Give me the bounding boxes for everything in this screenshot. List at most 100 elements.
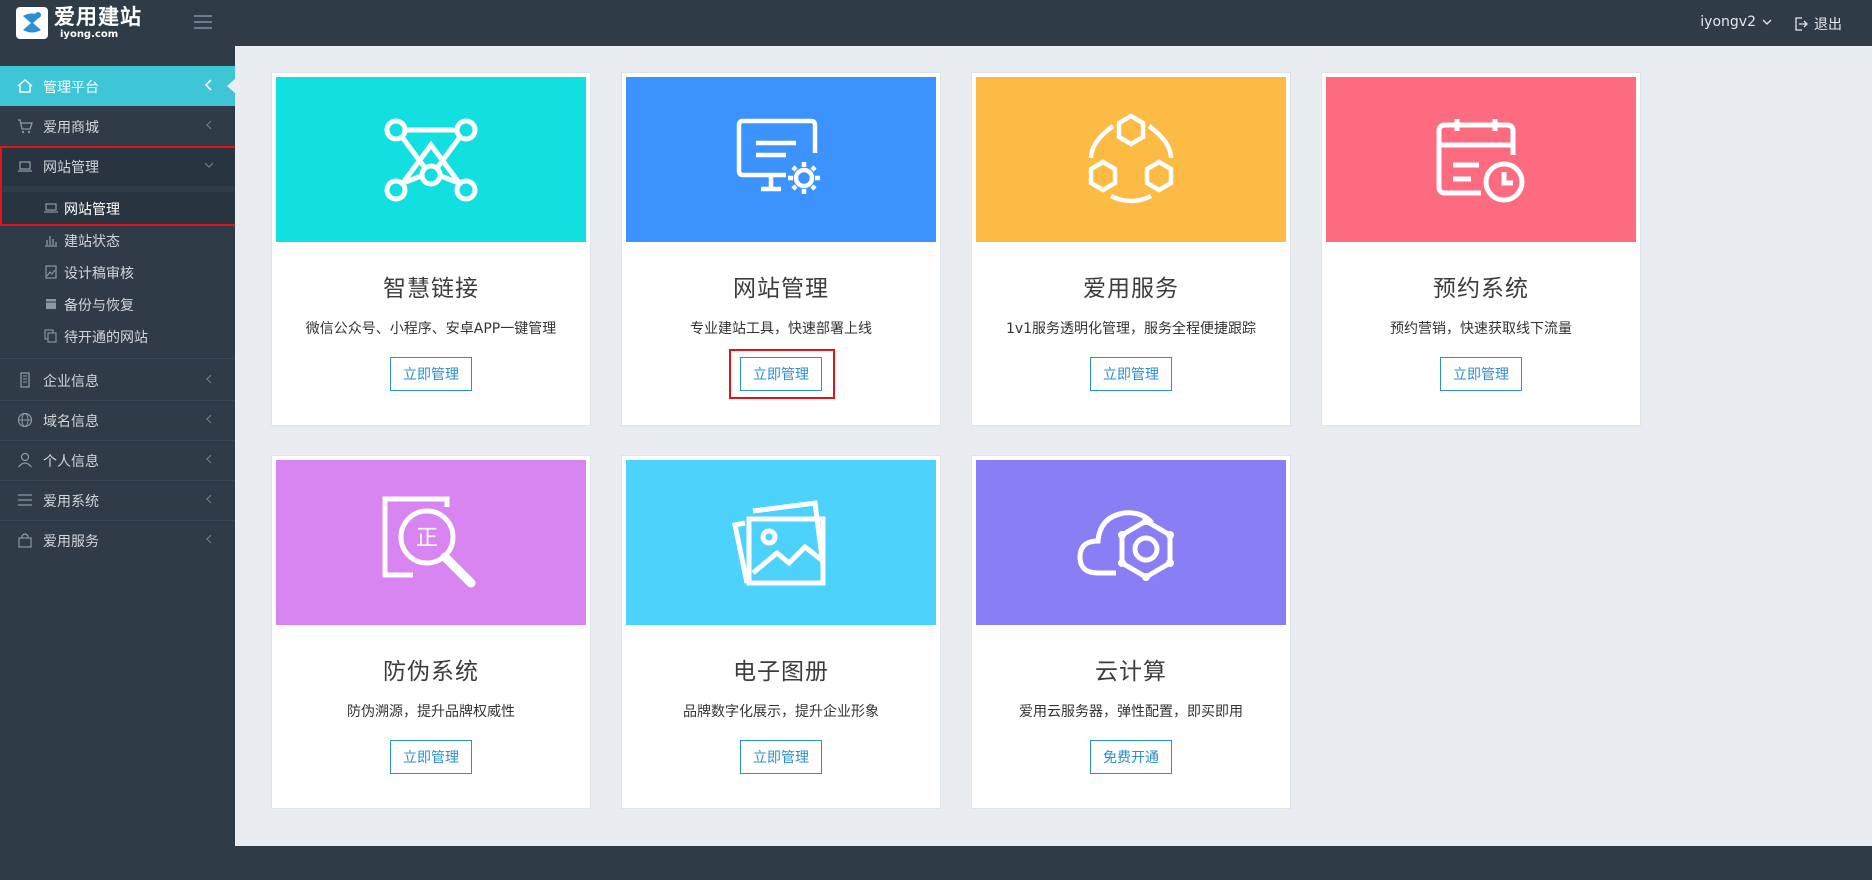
sidebar-subitem-label: 网站管理	[64, 202, 120, 218]
card-cloud-computing: 云计算 爱用云服务器，弹性配置，即买即用 免费开通	[971, 455, 1291, 809]
cloud-gear-icon	[1077, 510, 1174, 581]
manage-now-button[interactable]: 立即管理	[1440, 357, 1522, 391]
card-website-manage: 网站管理 专业建站工具，快速部署上线 立即管理	[621, 72, 941, 426]
card-iyong-service: 爱用服务 1v1服务透明化管理，服务全程便捷跟踪 立即管理	[971, 72, 1291, 426]
sidebar-subitem-label: 设计稿审核	[64, 266, 134, 282]
image-icon	[45, 265, 57, 279]
top-bar: 爱用建站 iyong.com iyongv2 退出	[0, 0, 1872, 46]
logout-button[interactable]: 退出	[1794, 14, 1842, 34]
sidebar-subitem-design-review[interactable]: 设计稿审核	[0, 256, 235, 288]
archive-icon	[46, 299, 56, 309]
card-e-album: 电子图册 品牌数字化展示，提升企业形象 立即管理	[621, 455, 941, 809]
sidebar-item-website[interactable]: 网站管理	[0, 146, 235, 186]
chevron-left-icon	[206, 494, 212, 504]
manage-now-button[interactable]: 立即管理	[1090, 357, 1172, 391]
laptop-icon	[18, 161, 32, 172]
card-description: 防伪溯源，提升品牌权威性	[347, 704, 515, 720]
hexagon-cycle-icon	[1088, 113, 1174, 204]
card-title: 爱用服务	[1083, 276, 1179, 302]
sidebar-subitem-pending-sites[interactable]: 待开通的网站	[0, 320, 235, 352]
manage-now-button[interactable]: 立即管理	[390, 357, 472, 391]
card-banner	[1326, 77, 1636, 242]
cart-icon	[18, 119, 33, 134]
sidebar-subitem-website-manage[interactable]: 网站管理	[0, 192, 235, 224]
card-description: 微信公众号、小程序、安卓APP一键管理	[305, 321, 557, 337]
logo[interactable]: 爱用建站 iyong.com	[16, 6, 142, 40]
sidebar-item-label: 企业信息	[43, 374, 99, 390]
magnifier-seal-icon: 正	[382, 496, 476, 588]
calendar-clock-icon	[1436, 118, 1525, 202]
card-title: 网站管理	[733, 276, 829, 302]
card-title: 防伪系统	[383, 659, 479, 685]
chevron-left-icon	[206, 414, 212, 424]
menu-toggle-icon[interactable]	[194, 15, 212, 29]
bar-chart-icon	[45, 236, 57, 247]
card-banner	[626, 460, 936, 625]
card-title: 电子图册	[733, 659, 829, 685]
user-icon	[18, 452, 32, 468]
chevron-left-icon	[206, 454, 212, 464]
free-activate-button[interactable]: 免费开通	[1090, 740, 1172, 774]
sidebar-item-shop[interactable]: 爱用商城	[0, 106, 235, 146]
home-icon	[17, 79, 33, 93]
sidebar-item-label: 爱用商城	[43, 120, 99, 136]
sidebar-item-label: 域名信息	[43, 414, 99, 430]
card-banner	[976, 460, 1286, 625]
bag-icon	[18, 533, 32, 548]
sidebar-subitem-label: 建站状态	[64, 234, 120, 250]
user-menu[interactable]: iyongv2	[1700, 14, 1772, 30]
card-booking-system: 预约系统 预约营销，快速获取线下流量 立即管理	[1321, 72, 1641, 426]
logo-title: 爱用建站	[54, 4, 142, 29]
sidebar-subitem-label: 备份与恢复	[64, 298, 134, 314]
card-smart-link: 智慧链接 微信公众号、小程序、安卓APP一键管理 立即管理	[271, 72, 591, 426]
logout-label: 退出	[1814, 17, 1842, 33]
card-description: 1v1服务透明化管理，服务全程便捷跟踪	[1005, 321, 1257, 337]
card-title: 预约系统	[1433, 276, 1529, 302]
sidebar-item-service[interactable]: 爱用服务	[0, 520, 235, 560]
list-icon	[18, 494, 32, 506]
card-description: 专业建站工具，快速部署上线	[690, 321, 872, 337]
card-banner	[276, 77, 586, 242]
footer-bar	[235, 846, 1872, 880]
manage-now-button[interactable]: 立即管理	[390, 740, 472, 774]
logo-domain: iyong.com	[60, 28, 119, 40]
card-banner	[976, 77, 1286, 242]
sidebar-item-label: 个人信息	[43, 454, 99, 470]
card-title: 智慧链接	[383, 276, 479, 302]
sidebar-item-domain[interactable]: 域名信息	[0, 400, 235, 440]
chevron-left-icon	[206, 120, 212, 130]
chevron-down-icon	[204, 162, 214, 168]
card-title: 云计算	[1095, 659, 1167, 685]
sidebar-item-system[interactable]: 爱用系统	[0, 480, 235, 520]
building-icon	[20, 372, 30, 388]
sidebar-item-label: 网站管理	[43, 160, 99, 176]
sidebar-item-label: 爱用系统	[43, 494, 99, 510]
card-banner: 正	[276, 460, 586, 625]
network-nodes-icon	[384, 118, 478, 201]
card-banner	[626, 77, 936, 242]
svg-text:正: 正	[416, 526, 438, 551]
globe-icon	[17, 412, 33, 428]
sidebar-subitem-backup[interactable]: 备份与恢复	[0, 288, 235, 320]
sidebar-item-profile[interactable]: 个人信息	[0, 440, 235, 480]
sidebar-item-label: 爱用服务	[43, 534, 99, 550]
chevron-down-icon	[1762, 19, 1772, 25]
logout-icon	[1795, 17, 1808, 31]
sidebar-subitem-label: 待开通的网站	[64, 330, 148, 346]
photo-album-icon	[732, 500, 826, 586]
monitor-gear-icon	[736, 118, 820, 194]
card-description: 品牌数字化展示，提升企业形象	[683, 704, 879, 720]
username: iyongv2	[1700, 14, 1756, 30]
sidebar: 管理平台 爱用商城 网站管理 网站管理 建站状态 设计稿审核 备份与恢复 待开通…	[0, 46, 236, 880]
card-anti-fake: 正 防伪系统 防伪溯源，提升品牌权威性 立即管理	[271, 455, 591, 809]
chevron-left-icon	[206, 374, 212, 384]
sidebar-item-company[interactable]: 企业信息	[0, 360, 235, 400]
chevron-left-icon	[204, 79, 212, 91]
sidebar-item-platform[interactable]: 管理平台	[0, 66, 236, 106]
manage-now-button[interactable]: 立即管理	[740, 740, 822, 774]
card-description: 预约营销，快速获取线下流量	[1390, 321, 1572, 337]
card-description: 爱用云服务器，弹性配置，即买即用	[1019, 704, 1243, 720]
manage-now-button[interactable]: 立即管理	[740, 357, 822, 391]
chevron-left-icon	[206, 534, 212, 544]
sidebar-subitem-build-status[interactable]: 建站状态	[0, 224, 235, 256]
